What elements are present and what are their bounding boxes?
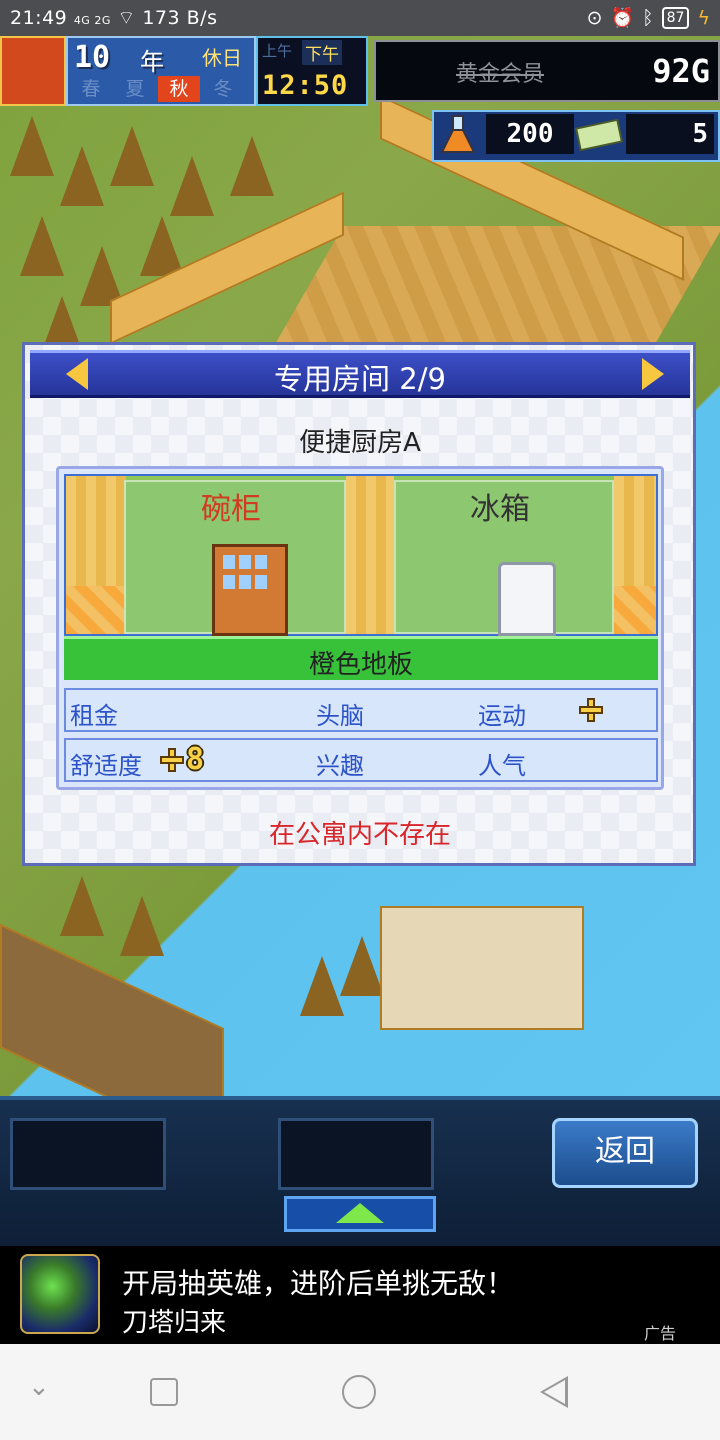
ad-title[interactable]: 开局抽英雄，进阶后单挑无敌！: [122, 1262, 514, 1302]
up-arrow-icon: [336, 1203, 384, 1223]
pm-label: 下午: [302, 40, 342, 65]
stat-brain: 头脑: [316, 702, 364, 730]
item-fridge-label: 冰箱: [470, 492, 530, 527]
item-cupboard-label: 碗柜: [201, 492, 261, 527]
recent-apps-icon[interactable]: [150, 1378, 178, 1406]
fridge-icon: [498, 562, 556, 636]
battery-indicator: 87: [661, 6, 690, 29]
status-bar: 21:49 4G 2G ⌔ 173 B/s ⊙ ⏰ ᛒ 87 ϟ: [0, 0, 720, 36]
wifi-icon: ⌔: [117, 7, 136, 29]
ticket-icon: [574, 118, 624, 152]
empty-slot-center[interactable]: [278, 1118, 434, 1190]
next-arrow-icon[interactable]: [642, 358, 664, 390]
availability-notice: 在公寓内不存在: [268, 820, 451, 850]
status-time: 21:49: [10, 7, 68, 29]
game-app-icon[interactable]: [20, 1254, 100, 1334]
ad-subtitle[interactable]: 刀塔归来: [122, 1302, 226, 1339]
lock-icon: ⊙: [586, 6, 603, 29]
flask-icon: [440, 115, 476, 153]
season-winter: 冬: [213, 78, 233, 100]
plus-icon: [579, 698, 603, 722]
year-unit: 年: [140, 48, 164, 76]
stat-interest: 兴趣: [316, 752, 364, 780]
chevron-down-icon[interactable]: ⌄: [28, 1372, 50, 1402]
cupboard-icon: [212, 544, 288, 636]
charging-icon: ϟ: [697, 6, 710, 29]
room-name: 便捷厨房A: [299, 428, 421, 458]
day-type-label: 休日: [202, 46, 242, 70]
back-triangle-icon[interactable]: [540, 1376, 568, 1408]
stat-comfort: 舒适度: [70, 752, 142, 780]
research-points: 200: [486, 114, 574, 154]
am-label: 上午: [262, 42, 293, 60]
stat-popularity: 人气: [478, 752, 526, 780]
bluetooth-icon: ᛒ: [642, 6, 654, 29]
game-clock: 12:50: [262, 70, 349, 101]
dialog-title: 专用房间 2/9: [274, 362, 446, 396]
empty-slot-left[interactable]: [10, 1118, 166, 1190]
floor-name: 橙色地板: [308, 650, 413, 680]
member-label: 黄金会员: [456, 62, 545, 87]
signal-icon: 4G 2G: [73, 14, 111, 27]
gold-amount: 92G: [652, 52, 710, 90]
stat-rent: 租金: [70, 702, 118, 730]
ticket-count: 5: [626, 114, 714, 154]
fire-emblem-icon[interactable]: [0, 36, 66, 106]
season-autumn: 秋: [158, 76, 200, 102]
ad-tag: 广告: [644, 1324, 677, 1343]
season-summer: 夏: [125, 78, 145, 100]
network-speed: 173 B/s: [142, 7, 218, 29]
home-icon[interactable]: [342, 1375, 376, 1409]
comfort-bonus-value: 8: [186, 742, 205, 777]
year-number: 10: [74, 40, 111, 75]
alarm-icon: ⏰: [610, 7, 635, 29]
stat-exercise: 运动: [478, 702, 526, 730]
season-spring: 春: [81, 78, 101, 100]
back-button[interactable]: 返回: [552, 1118, 698, 1188]
plus-icon: [160, 748, 184, 772]
